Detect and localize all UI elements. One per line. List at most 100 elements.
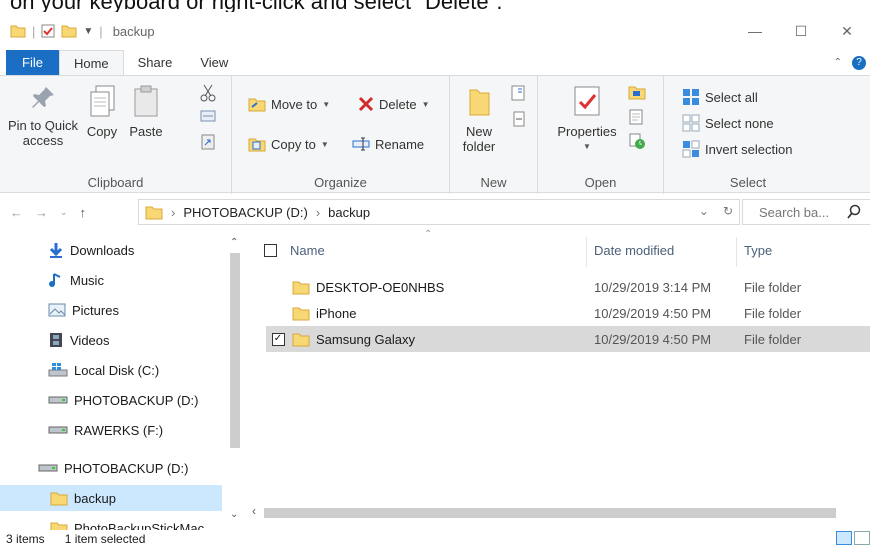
copy-path-icon[interactable] [200,108,216,124]
pin-to-quick-access-button[interactable]: Pin to Quick access [6,84,80,148]
nav-label: PHOTOBACKUP (D:) [64,460,189,476]
search-icon[interactable] [846,204,862,220]
nav-item-videos[interactable]: Videos [48,327,110,353]
recent-locations-icon[interactable]: ⌄ [60,207,68,218]
properties-icon[interactable] [41,24,55,38]
open-folder-icon[interactable] [628,84,646,100]
tab-home[interactable]: Home [58,50,124,75]
horizontal-scrollbar[interactable]: ‹ [250,504,870,520]
move-to-icon [248,98,266,112]
select-all-checkbox[interactable] [264,244,277,257]
file-row[interactable]: iPhone 10/29/2019 4:50 PM File folder [266,300,870,326]
nav-label: Local Disk (C:) [74,362,160,378]
invert-selection-button[interactable]: Invert selection [682,140,792,158]
file-name: Samsung Galaxy [316,331,415,347]
breadcrumb-drive[interactable]: PHOTOBACKUP (D:) [183,205,307,220]
address-dropdown-icon[interactable]: ⌄ [699,204,709,218]
rename-button[interactable]: Rename [352,136,424,152]
refresh-icon[interactable]: ↻ [723,204,733,218]
minimize-button[interactable]: — [732,12,778,50]
new-item-icon[interactable] [510,84,530,102]
search-box[interactable]: Search ba... [742,199,870,225]
nav-item-photobackup-d-2[interactable]: PHOTOBACKUP (D:) [38,455,188,481]
help-icon[interactable]: ? [852,55,866,70]
ribbon-tabs: File Home Share View ⌃ ? [0,50,870,75]
column-type[interactable]: Type [744,243,772,258]
breadcrumb-separator-icon[interactable]: › [171,205,175,220]
select-none-button[interactable]: Select none [682,114,774,132]
nav-item-rawerks-f[interactable]: RAWERKS (F:) [48,417,163,443]
maximize-button[interactable]: ☐ [778,12,824,50]
breadcrumb-backup[interactable]: backup [328,205,370,220]
column-date-modified[interactable]: Date modified [594,243,674,258]
folder-icon [145,206,163,220]
folder-icon [292,307,310,321]
nav-scroll-thumb[interactable] [230,253,240,448]
file-row-selected[interactable]: ✓ Samsung Galaxy 10/29/2019 4:50 PM File… [266,326,870,352]
status-bar: 3 items 1 item selected [0,530,870,548]
cut-icon[interactable] [200,84,216,102]
tab-view[interactable]: View [186,50,242,75]
nav-item-music[interactable]: Music [48,267,104,293]
forward-arrow-icon[interactable]: → [35,205,48,220]
nav-item-pictures[interactable]: Pictures [48,297,119,323]
move-to-button[interactable]: Move to ▼ [248,96,330,112]
pictures-icon [48,303,66,317]
drive-icon [38,464,58,472]
file-list: Name ⌃ Date modified Type DESKTOP-OE0NHB… [250,229,870,530]
easy-access-icon[interactable] [510,110,530,128]
invert-selection-icon [682,140,700,158]
address-actions: ⌄ ↻ [699,204,733,218]
scroll-down-icon[interactable]: ⌄ [230,509,238,520]
paste-shortcut-icon[interactable] [200,132,216,150]
scroll-up-icon[interactable]: ⌃ [230,237,238,248]
new-folder-button[interactable]: New folder [456,84,502,154]
dropdown-caret-icon: ▼ [320,139,329,149]
properties-button[interactable]: Properties ▼ [552,84,622,154]
file-row[interactable]: DESKTOP-OE0NHBS 10/29/2019 3:14 PM File … [266,274,870,300]
column-divider[interactable] [586,237,587,267]
horizontal-scroll-thumb[interactable] [264,508,836,518]
item-count: 3 items [6,532,45,546]
address-bar[interactable]: › PHOTOBACKUP (D:) › backup ⌄ ↻ [138,199,740,225]
new-folder-icon[interactable] [61,24,77,38]
nav-item-photobackup-d[interactable]: PHOTOBACKUP (D:) [48,387,198,413]
group-label-select: Select [729,175,767,190]
paste-button[interactable]: Paste [124,84,168,139]
select-all-button[interactable]: Select all [682,88,758,106]
file-date: 10/29/2019 4:50 PM [594,305,712,321]
details-view-icon[interactable] [836,531,852,545]
nav-label: backup [74,490,116,506]
navigation-pane: Downloads Music Pictures Videos Local Di… [0,231,250,530]
nav-item-backup[interactable]: backup [0,485,222,511]
column-name[interactable]: Name [290,243,325,258]
music-note-icon [49,273,61,287]
copy-to-button[interactable]: Copy to ▼ [248,136,329,152]
collapse-ribbon-icon[interactable]: ⌃ [834,57,842,68]
invert-selection-label: Invert selection [705,141,793,157]
breadcrumb-separator-icon[interactable]: › [316,205,320,220]
nav-item-photobackupstickmac[interactable]: PhotoBackupStickMac [50,515,204,530]
history-icon[interactable] [628,132,646,150]
row-name-cell: iPhone [292,305,356,321]
close-button[interactable]: ✕ [824,12,870,50]
nav-item-downloads[interactable]: Downloads [48,237,134,263]
nav-item-local-disk-c[interactable]: Local Disk (C:) [48,357,159,383]
column-divider[interactable] [736,237,737,267]
divider: | [32,23,36,39]
large-icons-view-icon[interactable] [854,531,870,545]
edit-icon[interactable] [628,108,644,126]
tab-file[interactable]: File [6,50,59,75]
customize-toolbar-icon[interactable]: ▼ [83,26,93,37]
up-arrow-icon[interactable]: ↑ [80,205,87,220]
back-arrow-icon[interactable]: ← [10,205,23,220]
rename-label: Rename [375,136,425,152]
scroll-left-icon[interactable]: ‹ [252,504,256,518]
tab-share[interactable]: Share [124,50,187,75]
delete-button[interactable]: Delete ▼ [358,96,430,112]
row-checkbox-checked[interactable]: ✓ [271,332,285,346]
nav-label: Pictures [72,302,119,318]
copy-button[interactable]: Copy [82,84,122,139]
search-placeholder: Search ba... [759,204,830,220]
nav-scrollbar[interactable]: ⌃ ⌄ [222,231,250,530]
